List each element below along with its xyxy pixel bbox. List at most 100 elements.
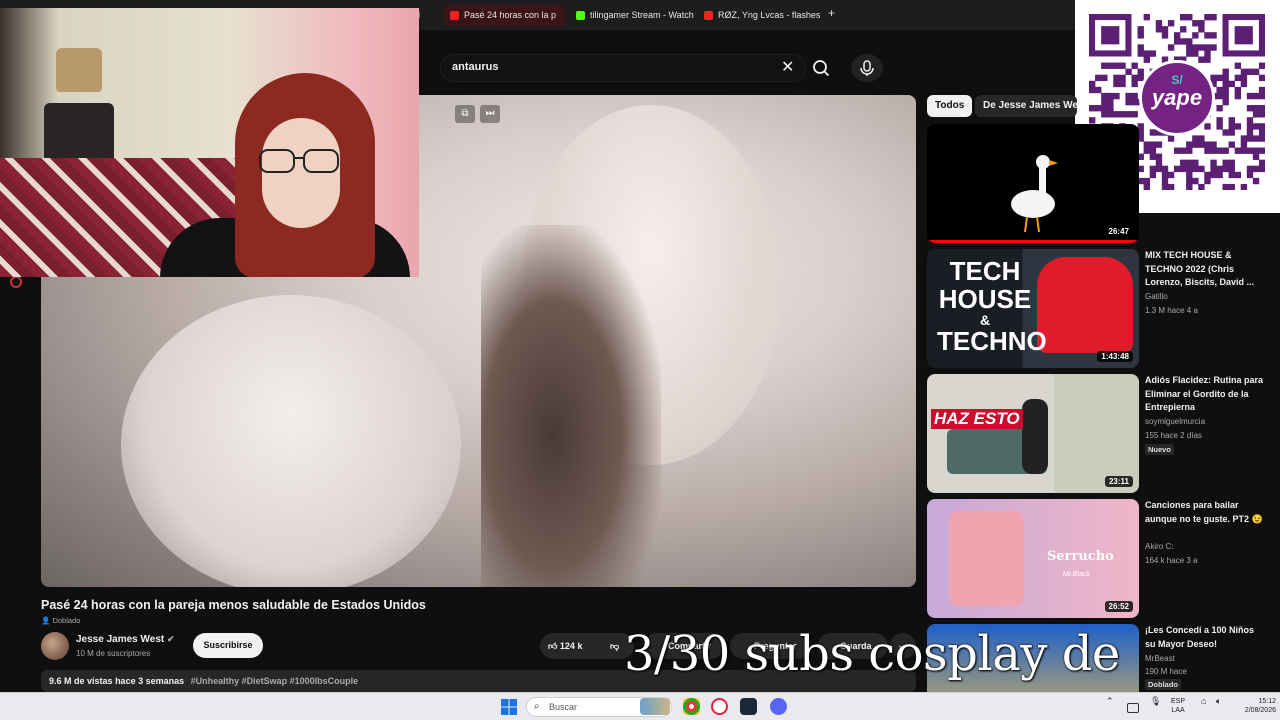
- qr-module: [1107, 92, 1114, 100]
- video-title-main: Pasé 24 horas con la pareja menos saluda…: [41, 598, 426, 612]
- tab-kick-stream[interactable]: tilingamer Stream - Watch: [570, 5, 694, 26]
- thumbnail-figure: [1022, 399, 1048, 474]
- video-title[interactable]: ¡Les Concedí a 100 Niños su Mayor Deseo!: [1145, 624, 1267, 651]
- recommended-video[interactable]: HAZ ESTO 23:11 Adiós Flacidez: Rutina pa…: [927, 374, 1267, 494]
- qr-module: [1222, 86, 1229, 94]
- video-thumbnail[interactable]: 26:47: [927, 124, 1139, 243]
- steam-icon[interactable]: [740, 698, 757, 715]
- video-title[interactable]: MIX TECH HOUSE & TECHNO 2022 (Chris Lore…: [1145, 249, 1267, 290]
- youtube-icon: [704, 11, 713, 20]
- qr-module: [1204, 32, 1211, 39]
- dislike-icon[interactable]: 👎︎: [610, 633, 619, 659]
- video-meta: 1.3 M hace 4 a: [1145, 306, 1198, 315]
- qr-module: [1246, 68, 1254, 75]
- skip-icon[interactable]: ⏭: [480, 105, 500, 123]
- recommended-video[interactable]: Serrucho Mr.Black 26:52 Canciones para b…: [927, 499, 1267, 619]
- qr-module: [1131, 80, 1138, 88]
- search-button[interactable]: [806, 54, 838, 82]
- qr-module: [1095, 86, 1102, 94]
- clock[interactable]: 15:12 2/08/2026: [1236, 697, 1276, 715]
- recommended-video[interactable]: 26:47: [927, 124, 1267, 244]
- qr-module: [1089, 117, 1096, 124]
- video-title[interactable]: Canciones para bailar aunque no te guste…: [1145, 499, 1267, 526]
- qr-module: [1204, 56, 1211, 63]
- qr-module: [1119, 80, 1126, 88]
- video-meta: 190 M hace: [1145, 667, 1187, 676]
- qr-module: [1131, 92, 1138, 100]
- opera-icon[interactable]: [711, 698, 728, 715]
- miniplayer-icon[interactable]: ⧉: [455, 105, 475, 123]
- qr-module: [1216, 86, 1223, 94]
- language-indicator[interactable]: ESP LAA: [1171, 697, 1185, 715]
- volume-icon[interactable]: 🔈︎: [1216, 697, 1221, 706]
- widgets-icon[interactable]: [640, 698, 670, 715]
- qr-module: [1252, 111, 1260, 118]
- qr-module: [1137, 50, 1144, 57]
- new-tab-button[interactable]: +: [828, 6, 835, 20]
- qr-module: [1222, 74, 1229, 82]
- tab-label: Pasé 24 horas con la p: [464, 10, 557, 20]
- qr-module: [1210, 32, 1217, 39]
- qr-module: [1258, 62, 1265, 69]
- qr-module: [1180, 14, 1187, 21]
- qr-module: [1258, 74, 1265, 82]
- chip-all[interactable]: Todos: [927, 95, 973, 117]
- video-title[interactable]: Adiós Flacidez: Rutina para Eliminar el …: [1145, 374, 1267, 415]
- qr-module: [1186, 38, 1193, 45]
- qr-module: [1252, 92, 1260, 100]
- discord-icon[interactable]: [770, 698, 787, 715]
- video-channel[interactable]: Akiro C:: [1145, 542, 1173, 551]
- qr-module: [1222, 92, 1229, 100]
- qr-module: [1101, 74, 1108, 82]
- channel-name[interactable]: Jesse James West ✔: [76, 634, 175, 645]
- like-dislike-group[interactable]: 👍︎ 124 k 👎︎: [540, 633, 634, 659]
- video-channel[interactable]: soymiguelmurcia: [1145, 417, 1205, 426]
- subscribe-button[interactable]: Suscribirse: [193, 633, 263, 658]
- lang-text: ESP: [1171, 698, 1186, 705]
- clear-search-icon[interactable]: ✕: [781, 57, 794, 77]
- chrome-icon[interactable]: [683, 698, 700, 715]
- qr-module: [1173, 32, 1181, 39]
- hashtags[interactable]: #Unhealthy #DietSwap #1000lbsCouple: [191, 676, 359, 686]
- qr-module: [1216, 74, 1223, 82]
- channel-avatar[interactable]: [41, 632, 69, 660]
- tray-mic-icon[interactable]: 🎙︎: [1150, 697, 1161, 706]
- qr-module: [1252, 105, 1260, 112]
- like-icon[interactable]: 👍︎: [548, 641, 557, 651]
- windows-start-icon[interactable]: [501, 699, 517, 715]
- qr-module: [1089, 80, 1096, 88]
- video-channel[interactable]: MrBeast: [1145, 654, 1175, 663]
- tab-music-video[interactable]: RØZ, Yng Lvcas - flashes -: [698, 5, 820, 26]
- video-thumbnail[interactable]: Serrucho Mr.Black 26:52: [927, 499, 1139, 618]
- network-icon[interactable]: ⌂: [1201, 697, 1206, 706]
- tray-chevron-icon[interactable]: ⌃: [1106, 697, 1114, 706]
- qr-module: [1192, 32, 1199, 39]
- video-channel[interactable]: Gatillo: [1145, 292, 1168, 301]
- video-thumbnail[interactable]: TECH HOUSE & TECHNO 1:43:48: [927, 249, 1139, 368]
- qr-module: [1246, 92, 1254, 100]
- qr-module: [1234, 92, 1242, 100]
- qr-module: [1216, 92, 1223, 100]
- qr-module: [1113, 74, 1120, 82]
- recommended-video[interactable]: TECH HOUSE & TECHNO 1:43:48 MIX TECH HOU…: [927, 249, 1267, 369]
- qr-module: [1258, 111, 1265, 118]
- qr-module: [1113, 92, 1120, 100]
- chip-from-channel[interactable]: De Jesse James West: [975, 95, 1077, 117]
- qr-module: [1137, 44, 1144, 51]
- qr-module: [1101, 92, 1108, 100]
- voice-search-button[interactable]: [851, 54, 883, 82]
- qr-module: [1204, 50, 1211, 57]
- qr-module: [1119, 74, 1126, 82]
- qr-module: [1222, 68, 1229, 75]
- tray-app-icon[interactable]: [1127, 703, 1139, 713]
- qr-module: [1198, 26, 1205, 33]
- microphone-icon: [860, 60, 874, 76]
- qr-module: [1198, 56, 1205, 63]
- qr-module: [1216, 105, 1223, 112]
- webcam-overlay: [0, 8, 419, 277]
- video-duration: 26:47: [1104, 226, 1133, 237]
- video-thumbnail[interactable]: HAZ ESTO 23:11: [927, 374, 1139, 493]
- qr-module: [1137, 26, 1144, 33]
- tab-active-video[interactable]: Pasé 24 horas con la p: [444, 5, 566, 26]
- qr-module: [1101, 105, 1108, 112]
